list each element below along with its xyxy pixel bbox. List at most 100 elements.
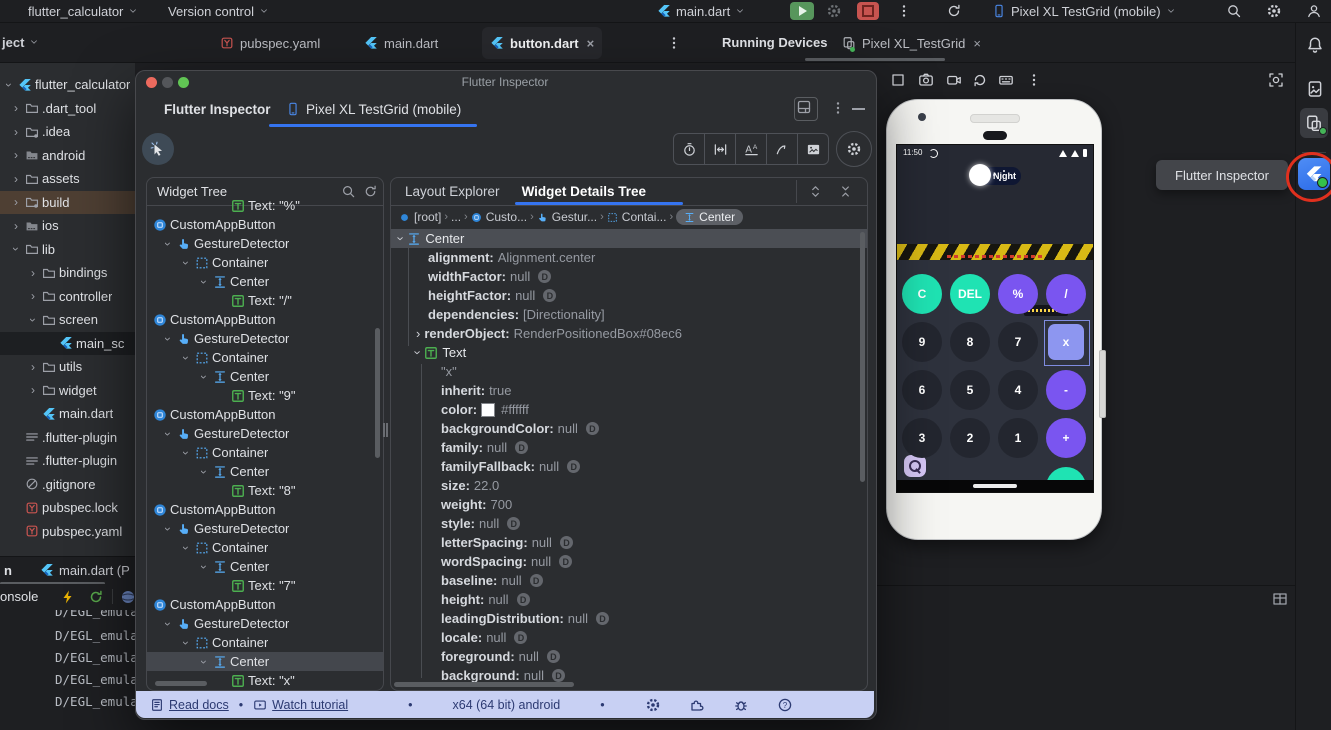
device-screen[interactable]: 11:50 Night (896, 144, 1094, 493)
stop-button[interactable] (857, 2, 879, 20)
running-devices-tool-button[interactable] (1300, 108, 1328, 138)
tree-row[interactable]: ›flutter_calculator (0, 73, 135, 97)
tab-widget-details-tree[interactable]: Widget Details Tree (522, 184, 646, 199)
chevron-icon[interactable]: › (180, 257, 192, 269)
chevron-icon[interactable]: › (27, 267, 39, 279)
tree-row[interactable]: ›.dart_tool (0, 97, 135, 121)
tree-row[interactable]: ›bindings (0, 261, 135, 285)
watch-tutorial-link[interactable]: Watch tutorial (253, 698, 348, 712)
tree-row[interactable]: ›Container (147, 253, 383, 272)
search-icon[interactable] (1226, 3, 1242, 19)
detail-property-row[interactable]: backgroundColor:nullD (391, 419, 867, 438)
chevron-icon[interactable]: › (10, 220, 22, 232)
settings-gear-icon[interactable] (1266, 3, 1282, 19)
chevron-icon[interactable]: › (10, 126, 22, 138)
chevron-icon[interactable]: › (162, 333, 174, 345)
tree-row[interactable]: ›build (0, 191, 135, 215)
chevron-icon[interactable]: › (10, 196, 22, 208)
chevron-icon[interactable]: › (416, 326, 420, 341)
tab-flutter-inspector[interactable]: Flutter Inspector (164, 102, 271, 117)
tree-row[interactable]: pubspec.yaml (0, 520, 135, 544)
tree-row[interactable]: ›Center (147, 557, 383, 576)
tree-row[interactable]: ›GestureDetector (147, 614, 383, 633)
extensions-icon[interactable] (689, 697, 705, 713)
chevron-icon[interactable]: › (394, 236, 409, 240)
detail-property-row[interactable]: height:nullD (391, 590, 867, 609)
detail-property-row[interactable]: alignment:Alignment.center (391, 248, 867, 267)
chevron-icon[interactable]: › (27, 361, 39, 373)
highlight-repaints-button[interactable] (797, 134, 828, 164)
version-control-menu[interactable]: Version control (168, 0, 269, 22)
tree-row[interactable]: CustomAppButton (147, 215, 383, 234)
tree-row[interactable]: ›widget (0, 379, 135, 403)
breadcrumb-item[interactable]: Center (676, 209, 743, 225)
key-+[interactable]: + (1046, 418, 1086, 458)
detail-property-row[interactable]: family:nullD (391, 438, 867, 457)
detail-node-row[interactable]: ›Center (391, 229, 867, 248)
zoom-to-fit-icon[interactable] (1268, 72, 1284, 88)
hot-restart-icon[interactable] (88, 589, 104, 605)
text-baseline-button[interactable]: AA (735, 134, 766, 164)
key-2[interactable]: 2 (950, 418, 990, 458)
key-C[interactable]: C (902, 274, 942, 314)
tree-row[interactable]: ›assets (0, 167, 135, 191)
tree-row[interactable]: Text: "/" (147, 291, 383, 310)
debug-icon[interactable] (733, 697, 749, 713)
chevron-icon[interactable]: › (27, 290, 39, 302)
tab-scroll-indicator[interactable] (805, 58, 945, 61)
tab-device[interactable]: Pixel XL TestGrid (mobile) (306, 102, 461, 117)
hide-window-icon[interactable] (852, 108, 865, 110)
detail-property-row[interactable]: ›renderObject:RenderPositionedBox#08ec6 (391, 324, 867, 343)
close-icon[interactable]: × (973, 36, 981, 51)
chevron-icon[interactable]: › (10, 102, 22, 114)
rotate-device-icon[interactable] (972, 72, 988, 88)
detail-property-row[interactable]: inherit:true (391, 381, 867, 400)
slow-animations-button[interactable] (766, 134, 797, 164)
detail-property-row[interactable]: weight:700 (391, 495, 867, 514)
v-scrollbar[interactable] (375, 328, 380, 458)
device-selector[interactable]: Pixel XL TestGrid (mobile) (992, 0, 1176, 22)
chevron-icon[interactable]: › (162, 428, 174, 440)
chevron-icon[interactable]: › (180, 637, 192, 649)
notifications-bell-icon[interactable] (1306, 36, 1324, 54)
tree-row[interactable]: ›Container (147, 443, 383, 462)
breadcrumb-item[interactable]: ... (451, 210, 461, 224)
tree-row[interactable]: ›Container (147, 348, 383, 367)
reload-icon[interactable] (946, 3, 962, 19)
chevron-icon[interactable]: › (10, 149, 22, 161)
tree-row[interactable]: ›Center (147, 272, 383, 291)
tree-row[interactable]: ›GestureDetector (147, 329, 383, 348)
tree-row[interactable]: ›Container (147, 538, 383, 557)
tree-row[interactable]: ›lib (0, 238, 135, 262)
hot-reload-bolt-icon[interactable] (60, 589, 76, 605)
key-7[interactable]: 7 (998, 322, 1038, 362)
detail-property-row[interactable]: "x" (391, 362, 867, 381)
avatar-icon[interactable] (1306, 3, 1322, 19)
chevron-icon[interactable]: › (27, 384, 39, 396)
project-widget-menu[interactable]: flutter_calculator (28, 0, 138, 22)
chevron-icon[interactable]: › (27, 314, 39, 326)
key--[interactable]: - (1046, 370, 1086, 410)
tree-row[interactable]: ›android (0, 144, 135, 168)
panel-splitter[interactable] (386, 423, 388, 437)
tree-row[interactable]: Text: "7" (147, 576, 383, 595)
h-scrollbar[interactable] (155, 681, 207, 686)
run-button[interactable] (790, 2, 814, 20)
key-9[interactable]: 9 (902, 322, 942, 362)
window-options-icon[interactable] (830, 100, 846, 116)
tree-row[interactable]: .gitignore (0, 473, 135, 497)
chevron-icon[interactable]: › (162, 618, 174, 630)
tree-row[interactable]: ›utils (0, 355, 135, 379)
tree-row[interactable]: CustomAppButton (147, 405, 383, 424)
select-widget-mode-button[interactable] (142, 133, 174, 165)
tree-row[interactable]: ›GestureDetector (147, 519, 383, 538)
tab-pubspec-yaml[interactable]: pubspec.yaml (212, 27, 328, 59)
settings-gear-icon[interactable] (645, 697, 661, 713)
tree-row[interactable]: pubspec.lock (0, 496, 135, 520)
tree-row[interactable]: ›.idea (0, 120, 135, 144)
tree-row[interactable]: ›ios (0, 214, 135, 238)
tree-row[interactable]: ›screen (0, 308, 135, 332)
inspector-settings-button[interactable] (836, 131, 872, 167)
run-settings-gear-icon[interactable] (826, 3, 842, 19)
detail-property-row[interactable]: size:22.0 (391, 476, 867, 495)
